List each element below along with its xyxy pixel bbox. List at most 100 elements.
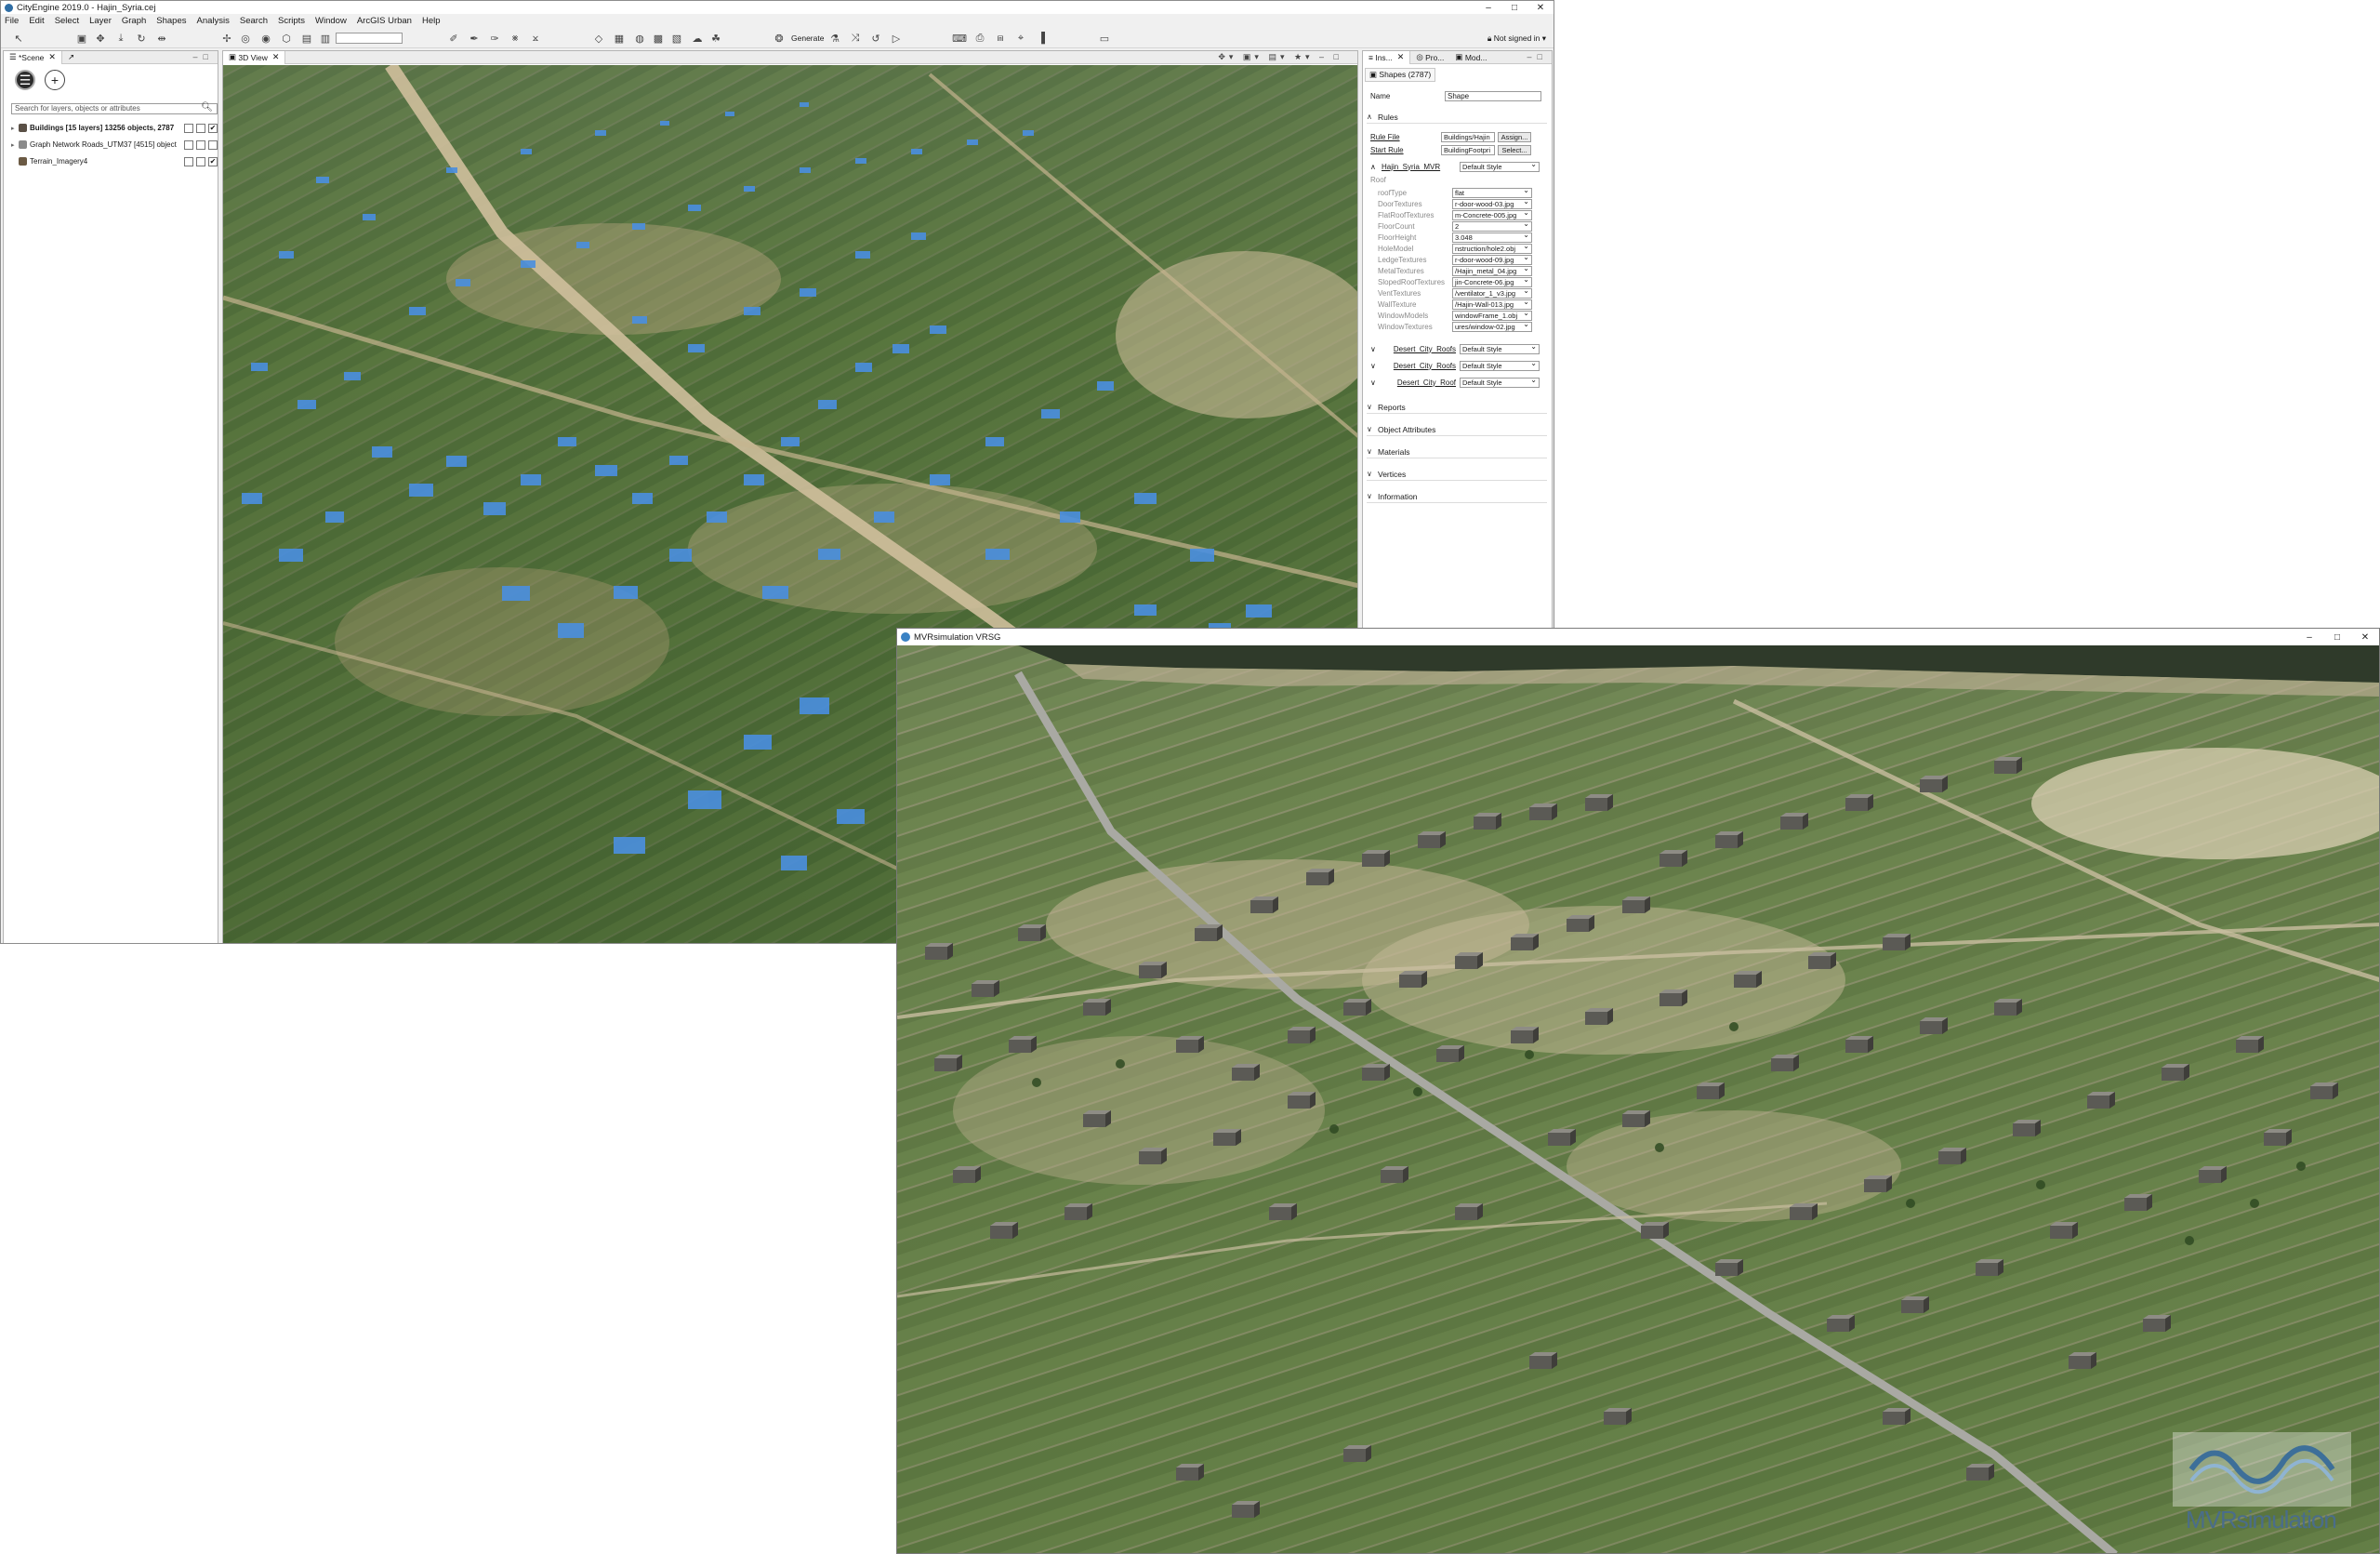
menu-select[interactable]: Select bbox=[55, 16, 79, 26]
zoom-icon[interactable]: ◉ bbox=[259, 32, 272, 45]
camera-icon[interactable]: ▤ bbox=[300, 32, 313, 45]
attribute-value-select[interactable]: /ventilator_1_v3.jpg bbox=[1452, 287, 1532, 299]
globe-icon[interactable]: ◍ bbox=[633, 32, 646, 45]
start-rule-field[interactable]: BuildingFootpri bbox=[1441, 144, 1495, 155]
style-row-name[interactable]: Desert_City_Roof bbox=[1382, 379, 1460, 387]
sign-in-status[interactable]: 🔒︎ Not signed in ▾ bbox=[1488, 33, 1546, 44]
tab-scene[interactable]: ☰ *Scene ✕ bbox=[4, 50, 62, 64]
orbit-icon[interactable]: ◎ bbox=[239, 32, 252, 45]
expand-icon[interactable]: ▸ bbox=[11, 141, 19, 149]
select-tool-icon[interactable]: ↖ bbox=[12, 32, 25, 45]
chevron-down-icon[interactable]: ∨ bbox=[1370, 345, 1382, 353]
menu-search[interactable]: Search bbox=[240, 16, 268, 26]
chevron-down-icon[interactable]: ∨ bbox=[1370, 362, 1382, 370]
layer-stack-icon[interactable]: ▩ bbox=[652, 32, 665, 45]
tab-model[interactable]: ▣ Mod... bbox=[1449, 51, 1492, 64]
attribute-value-select[interactable]: /Hajin-Wall-013.jpg bbox=[1452, 299, 1532, 310]
tab-inspector[interactable]: ≡ Ins... ✕ bbox=[1363, 50, 1411, 64]
tab-navigator[interactable]: ↗ bbox=[62, 51, 80, 64]
menu-arcgis-urban[interactable]: ArcGIS Urban bbox=[357, 16, 412, 26]
measure-icon[interactable]: ⇹ bbox=[155, 32, 168, 45]
style-select[interactable]: Default Style bbox=[1460, 161, 1540, 172]
cleanup-icon[interactable]: ⚗ bbox=[828, 32, 841, 45]
generate-icon[interactable]: ❂ bbox=[773, 32, 786, 45]
object-attributes-section-header[interactable]: ∨ Object Attributes bbox=[1367, 423, 1547, 436]
frame-icon[interactable]: ▣ bbox=[75, 32, 88, 45]
menu-window[interactable]: Window bbox=[315, 16, 347, 26]
image-icon[interactable]: ▧ bbox=[670, 32, 683, 45]
search-icon[interactable]: 🔍︎ bbox=[201, 103, 213, 113]
materials-section-header[interactable]: ∨ Materials bbox=[1367, 445, 1547, 458]
layer-row[interactable]: Terrain_Imagery4 ✔ bbox=[11, 155, 218, 167]
generate-label[interactable]: Generate bbox=[791, 33, 824, 43]
terrain-tool-icon[interactable]: ⨲ bbox=[529, 32, 542, 45]
toolbar-input[interactable] bbox=[336, 33, 403, 44]
layer-select-checkbox[interactable] bbox=[196, 139, 205, 150]
target-icon[interactable]: ⌖ bbox=[1014, 32, 1027, 45]
layer-select-checkbox[interactable] bbox=[196, 123, 205, 133]
pan-icon[interactable]: ✢ bbox=[220, 32, 233, 45]
menu-file[interactable]: File bbox=[5, 16, 19, 26]
layer-visible-checkbox[interactable]: ✔ bbox=[208, 156, 218, 166]
polygon-draw-icon[interactable]: ✐ bbox=[447, 32, 460, 45]
close-tab-icon[interactable]: ✕ bbox=[272, 52, 280, 62]
information-section-header[interactable]: ∨ Information bbox=[1367, 490, 1547, 503]
rule-file-link[interactable]: Rule File bbox=[1370, 133, 1437, 141]
mvr-maximize-button[interactable]: □ bbox=[2323, 629, 2351, 645]
reports-section-header[interactable]: ∨ Reports bbox=[1367, 401, 1547, 414]
attribute-value-select[interactable]: flat bbox=[1452, 187, 1532, 198]
menu-scripts[interactable]: Scripts bbox=[278, 16, 305, 26]
play-icon[interactable]: ▷ bbox=[890, 32, 903, 45]
tree-icon[interactable]: ☘ bbox=[709, 32, 722, 45]
shape-tool-icon[interactable]: ⨳ bbox=[509, 32, 522, 45]
layer-lock-checkbox[interactable] bbox=[184, 156, 193, 166]
layer-lock-checkbox[interactable] bbox=[184, 139, 193, 150]
attribute-value-select[interactable]: 3.048 bbox=[1452, 232, 1532, 243]
layer-visibility-button[interactable]: ☰ bbox=[15, 70, 35, 90]
chart-icon[interactable]: ▐ bbox=[1035, 32, 1048, 45]
tab-3d-view[interactable]: ▣ 3D View ✕ bbox=[223, 50, 286, 64]
layer-visible-checkbox[interactable] bbox=[208, 139, 218, 150]
close-tab-icon[interactable]: ✕ bbox=[48, 52, 56, 62]
move-icon[interactable]: ✥ bbox=[94, 32, 107, 45]
attribute-value-select[interactable]: windowFrame_1.obj bbox=[1452, 310, 1532, 321]
menu-analysis[interactable]: Analysis bbox=[197, 16, 230, 26]
mvr-close-button[interactable]: ✕ bbox=[2351, 629, 2379, 645]
random-icon[interactable]: ⤨ bbox=[849, 32, 862, 45]
attribute-value-select[interactable]: /Hajin_metal_04.jpg bbox=[1452, 265, 1532, 276]
close-tab-icon[interactable]: ✕ bbox=[1397, 52, 1405, 62]
style-group-name[interactable]: Hajin_Syria_MVR bbox=[1382, 163, 1460, 171]
layer-lock-checkbox[interactable] bbox=[184, 123, 193, 133]
grid-icon[interactable]: ▦ bbox=[613, 32, 626, 45]
expand-icon[interactable]: ▸ bbox=[11, 125, 19, 132]
panel-controls[interactable]: –□ bbox=[193, 52, 214, 61]
view-toolbar[interactable]: ✥▾ ▣▾ ▤▾ ★▾ – □ bbox=[1218, 52, 1342, 62]
name-field[interactable]: Shape bbox=[1445, 90, 1541, 101]
attribute-value-select[interactable]: m-Concrete-005.jpg bbox=[1452, 209, 1532, 220]
menu-help[interactable]: Help bbox=[422, 16, 441, 26]
layer-row[interactable]: ▸ Graph Network Roads_UTM37 [4515] objec… bbox=[11, 139, 218, 151]
freehand-draw-icon[interactable]: ✑ bbox=[488, 32, 501, 45]
layer-visible-checkbox[interactable]: ✔ bbox=[208, 123, 218, 133]
close-button[interactable]: ✕ bbox=[1527, 1, 1554, 14]
style-select[interactable]: Default Style bbox=[1460, 377, 1540, 388]
mvr-3d-viewport[interactable]: MVRsimulation bbox=[897, 645, 2379, 1553]
style-row-name[interactable]: Desert_City_Roofs bbox=[1382, 345, 1460, 353]
rotate-icon[interactable]: ↻ bbox=[135, 32, 148, 45]
undo-icon[interactable]: ↺ bbox=[869, 32, 882, 45]
fly-icon[interactable]: ⬡ bbox=[280, 32, 293, 45]
panel-controls[interactable]: –□ bbox=[1527, 52, 1548, 61]
menu-graph[interactable]: Graph bbox=[122, 16, 146, 26]
dashboard-icon[interactable]: ▭ bbox=[1098, 32, 1111, 45]
vertices-section-header[interactable]: ∨ Vertices bbox=[1367, 468, 1547, 481]
network-icon[interactable]: ⩎ bbox=[994, 32, 1007, 45]
scene-search-input[interactable]: Search for layers, objects or attributes… bbox=[11, 103, 218, 114]
chevron-down-icon[interactable]: ∨ bbox=[1370, 379, 1382, 387]
style-row-name[interactable]: Desert_City_Roofs bbox=[1382, 362, 1460, 370]
style-select[interactable]: Default Style bbox=[1460, 360, 1540, 371]
inspector-subtab[interactable]: ▣ Shapes (2787) bbox=[1365, 68, 1436, 82]
minimize-button[interactable]: – bbox=[1475, 1, 1501, 14]
keyboard-icon[interactable]: ⌨ bbox=[952, 32, 967, 45]
tab-properties[interactable]: ◎ Pro... bbox=[1410, 51, 1449, 64]
attribute-value-select[interactable]: ures/window-02.jpg bbox=[1452, 321, 1532, 332]
